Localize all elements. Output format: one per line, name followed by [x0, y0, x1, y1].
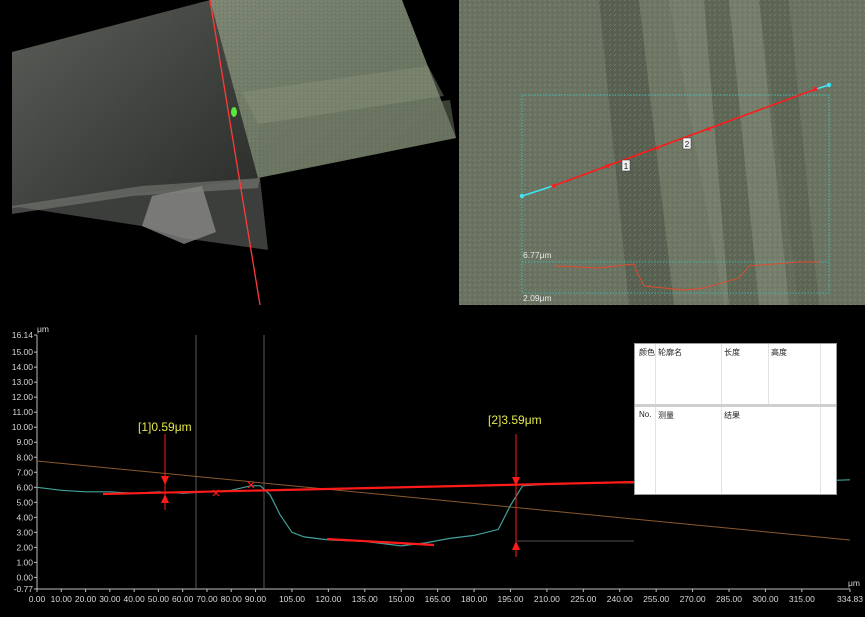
y-tick-label: 13.00 [12, 377, 34, 387]
x-tick-label: 285.00 [716, 594, 742, 604]
x-tick-label: 20.00 [75, 594, 97, 604]
y-tick-label: -0.77 [14, 584, 34, 594]
marker-1-tag: 1 [621, 159, 631, 172]
y-tick-label: 1.00 [16, 557, 33, 567]
col-height-header: 高度 [771, 348, 787, 357]
measurement-list-table[interactable]: No. 测量 结果 [635, 407, 836, 494]
profile-start-handle[interactable] [519, 193, 525, 199]
upper-reference-line [102, 480, 637, 496]
x-tick-label: 210.00 [534, 594, 560, 604]
x-tick-label: 240.00 [607, 594, 633, 604]
y-tick-label: 10.00 [12, 422, 34, 432]
x-tick-label: 255.00 [643, 594, 669, 604]
cut-marker[interactable] [231, 107, 237, 117]
col-length-header: 长度 [724, 348, 740, 357]
profile-end-handle[interactable] [826, 82, 832, 88]
marker-1-label: 1 [624, 162, 629, 171]
top-view-image: 1 2 6.77μm 2.09μm [459, 0, 865, 305]
x-tick-label: 315.00 [789, 594, 815, 604]
y-tick-label: 14.00 [12, 362, 34, 372]
col-measure-header: 测量 [658, 411, 674, 420]
x-tick-label: 120.00 [315, 594, 341, 604]
y-tick-label: 9.00 [16, 437, 33, 447]
x-tick-label: 80.00 [221, 594, 243, 604]
x-tick-label: 195.00 [497, 594, 523, 604]
y-tick-label: 12.00 [12, 392, 34, 402]
profile-list-table[interactable]: 颜色 轮廓名 长度 高度 [635, 344, 836, 404]
x-tick-label: 150.00 [388, 594, 414, 604]
x-unit-label: μm [848, 578, 860, 588]
y-tick-label: 6.00 [16, 482, 33, 492]
col-profile-name-header: 轮廓名 [658, 348, 682, 357]
col-color-header: 颜色 [639, 348, 655, 357]
y-tick-label: 3.00 [16, 527, 33, 537]
y-tick-label: 15.00 [12, 347, 34, 357]
y-tick-label: 8.00 [16, 452, 33, 462]
x-tick-label: 225.00 [570, 594, 596, 604]
x-tick-label: 40.00 [123, 594, 145, 604]
measurement-1-label: [1]0.59μm [138, 420, 192, 434]
x-tick-label: 180.00 [461, 594, 487, 604]
measurement-1-marker[interactable] [161, 434, 169, 510]
lower-reference-line [326, 537, 435, 547]
height-top-label: 6.77μm [523, 250, 552, 260]
x-tick-label: 60.00 [172, 594, 194, 604]
marker-2-label: 2 [685, 140, 690, 149]
y-tick-label: 4.00 [16, 512, 33, 522]
x-tick-label: 50.00 [148, 594, 170, 604]
x-tick-label: 300.00 [752, 594, 778, 604]
3d-view-panel[interactable] [12, 0, 456, 305]
height-bottom-label: 2.09μm [523, 293, 552, 303]
y-tick-label: 5.00 [16, 497, 33, 507]
x-tick-label: 334.83 [837, 594, 863, 604]
x-tick-label: 135.00 [352, 594, 378, 604]
y-tick-label: 2.00 [16, 542, 33, 552]
col-result-header: 结果 [724, 411, 740, 420]
y-unit-label: μm [37, 324, 49, 334]
y-tick-label: 0.00 [16, 572, 33, 582]
y-tick-label: 7.00 [16, 467, 33, 477]
top-view-panel[interactable]: 1 2 6.77μm 2.09μm [459, 0, 865, 305]
measurement-2-label: [2]3.59μm [488, 413, 542, 427]
y-tick-label: 16.14 [12, 330, 34, 340]
x-tick-label: 0.00 [29, 594, 46, 604]
x-tick-label: 30.00 [99, 594, 121, 604]
col-no-header: No. [639, 410, 652, 419]
y-tick-label: 11.00 [12, 407, 33, 417]
3d-surface-render [12, 0, 456, 305]
x-tick-label: 165.00 [425, 594, 451, 604]
x-tick-label: 70.00 [196, 594, 218, 604]
x-tick-label: 10.00 [51, 594, 73, 604]
x-tick-label: 90.00 [245, 594, 267, 604]
marker-2-tag: 2 [682, 137, 692, 150]
results-table-panel[interactable]: 颜色 轮廓名 长度 高度 No. 测量 结果 [634, 343, 837, 495]
x-tick-label: 270.00 [680, 594, 706, 604]
measurement-2-marker[interactable] [512, 434, 520, 557]
x-tick-label: 105.00 [279, 594, 305, 604]
